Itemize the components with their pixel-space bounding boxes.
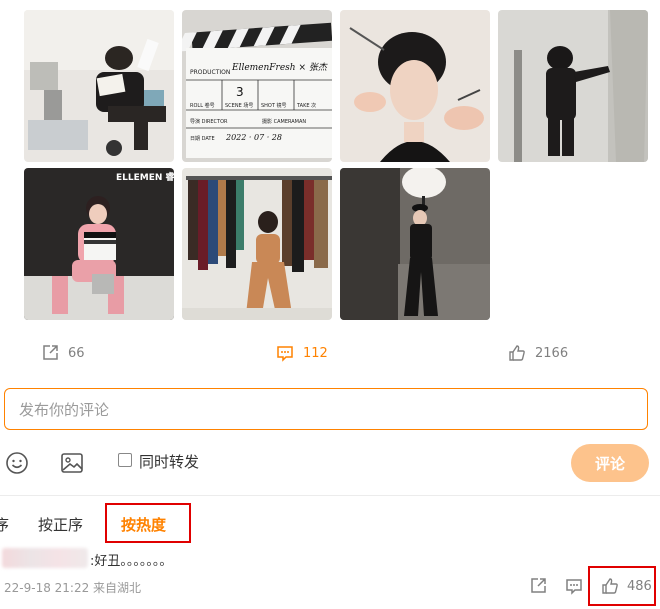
comment-meta: 22-9-18 21:22 来自湖北 bbox=[4, 581, 142, 595]
clapper-production-label: PRODUCTION bbox=[190, 69, 230, 76]
divider bbox=[0, 495, 660, 496]
photo-7[interactable] bbox=[340, 168, 490, 320]
photo-6-image bbox=[182, 168, 332, 320]
clapper-roll-label: ROLL 卷号 bbox=[190, 102, 215, 109]
photo-2[interactable]: PRODUCTION EllemenFresh × 张杰 ROLL 卷号 SCE… bbox=[182, 10, 332, 162]
commenter-name-blurred[interactable] bbox=[2, 548, 88, 568]
clapper-date-value: 2022 · 07 · 28 bbox=[225, 133, 282, 142]
like-action[interactable]: 2166 bbox=[507, 342, 568, 364]
photo-7-image bbox=[340, 168, 490, 320]
photo-6[interactable] bbox=[182, 168, 332, 320]
comment-input[interactable]: 发布你的评论 bbox=[4, 388, 648, 430]
clapper-production-value: EllemenFresh × 张杰 bbox=[231, 62, 328, 73]
sort-tab-chronological[interactable]: 按正序 bbox=[38, 514, 83, 535]
clapper-scene-label: SCENE 场号 bbox=[225, 102, 253, 109]
share-icon bbox=[531, 578, 546, 593]
clapper-scene-value: 3 bbox=[236, 85, 244, 99]
comment-icon bbox=[277, 346, 293, 362]
clapper-camera-label: 摄影 CAMERAMAN bbox=[262, 118, 306, 125]
highlight-box-hot bbox=[105, 503, 191, 543]
repost-action[interactable]: 66 bbox=[40, 342, 85, 364]
repost-count: 66 bbox=[68, 345, 85, 361]
highlight-box-like bbox=[588, 566, 656, 606]
photo-4-image bbox=[498, 10, 648, 162]
comment-icon bbox=[566, 579, 582, 595]
magazine-logo: ELLEMEN 睿士 bbox=[116, 171, 174, 183]
sort-tab-partial[interactable]: 序 bbox=[0, 514, 9, 535]
image-button[interactable] bbox=[59, 450, 85, 476]
photo-1-image bbox=[24, 10, 174, 162]
comment-text: :好丑。。。。。。。 bbox=[90, 554, 173, 569]
smiley-icon bbox=[6, 452, 28, 474]
comment-count: 112 bbox=[303, 345, 328, 361]
clapper-shot-label: SHOT 镜号 bbox=[261, 102, 287, 109]
share-icon bbox=[43, 345, 58, 360]
photo-1[interactable] bbox=[24, 10, 174, 162]
comment-action[interactable]: 112 bbox=[275, 342, 328, 364]
photo-3-image bbox=[340, 10, 490, 162]
repost-label[interactable]: 同时转发 bbox=[139, 451, 199, 472]
photo-5[interactable]: ELLEMEN 睿士 bbox=[24, 168, 174, 320]
clapper-date-label: 日期 DATE bbox=[190, 136, 215, 142]
comment-reply-button[interactable] bbox=[564, 576, 584, 596]
repost-checkbox[interactable] bbox=[118, 453, 132, 467]
photo-4[interactable] bbox=[498, 10, 648, 162]
comment-input-placeholder: 发布你的评论 bbox=[19, 400, 110, 419]
like-count: 2166 bbox=[535, 345, 569, 361]
submit-comment-button[interactable]: 评论 bbox=[571, 444, 649, 482]
photo-5-image: ELLEMEN 睿士 bbox=[24, 168, 174, 320]
image-icon bbox=[61, 453, 83, 473]
clapper-director-label: 导演 DIRECTOR bbox=[190, 118, 228, 125]
photo-3[interactable] bbox=[340, 10, 490, 162]
emoji-button[interactable] bbox=[4, 450, 30, 476]
comment-repost-button[interactable] bbox=[528, 576, 548, 596]
clapper-take-label: TAKE 次 bbox=[296, 102, 316, 109]
thumbs-up-icon bbox=[509, 345, 525, 361]
clapperboard-image: PRODUCTION EllemenFresh × 张杰 ROLL 卷号 SCE… bbox=[182, 10, 332, 162]
